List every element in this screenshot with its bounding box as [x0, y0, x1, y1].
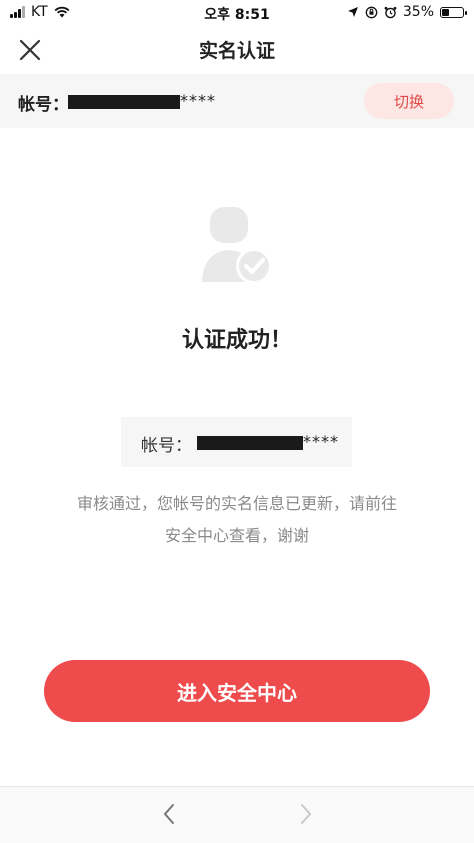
- switch-account-button[interactable]: 切换: [364, 83, 454, 119]
- chevron-right-icon: [301, 804, 312, 824]
- chevron-left-icon: [163, 804, 174, 824]
- user-check-icon: [202, 207, 272, 284]
- bottom-nav: [0, 786, 474, 843]
- account-box-label: 帐号：: [141, 436, 192, 456]
- result-description: 审核通过，您帐号的实名信息已更新，请前往 安全中心查看，谢谢: [50, 488, 424, 552]
- description-line-2: 安全中心查看，谢谢: [164, 526, 309, 545]
- account-value: ****: [68, 91, 216, 110]
- location-icon: [347, 7, 358, 17]
- orientation-lock-icon: [365, 6, 378, 18]
- battery-percent: 35%: [402, 4, 434, 20]
- status-bar: KT 오후 8:51 35%: [0, 0, 474, 26]
- account-label: 帐号：: [18, 95, 69, 115]
- description-line-1: 审核通过，您帐号的实名信息已更新，请前往: [76, 494, 397, 513]
- enter-security-center-button[interactable]: 进入安全中心: [44, 660, 430, 722]
- account-info-box: 帐号： ****: [121, 417, 352, 467]
- status-right: 35%: [347, 4, 467, 20]
- back-button[interactable]: [154, 799, 184, 829]
- page-title: 实名认证: [198, 40, 275, 62]
- success-title: 认证成功！: [181, 328, 292, 353]
- redacted-block: [68, 94, 180, 109]
- nav-bar: 实名认证: [0, 26, 474, 72]
- account-value-suffix: ****: [180, 91, 216, 110]
- forward-button[interactable]: [291, 799, 321, 829]
- account-box-value: ****: [197, 432, 339, 451]
- redacted-block: [197, 435, 303, 450]
- alarm-icon: [384, 6, 397, 18]
- account-bar: 帐号： **** 切换: [0, 74, 474, 128]
- battery-icon: [440, 6, 467, 18]
- account-box-suffix: ****: [303, 432, 339, 451]
